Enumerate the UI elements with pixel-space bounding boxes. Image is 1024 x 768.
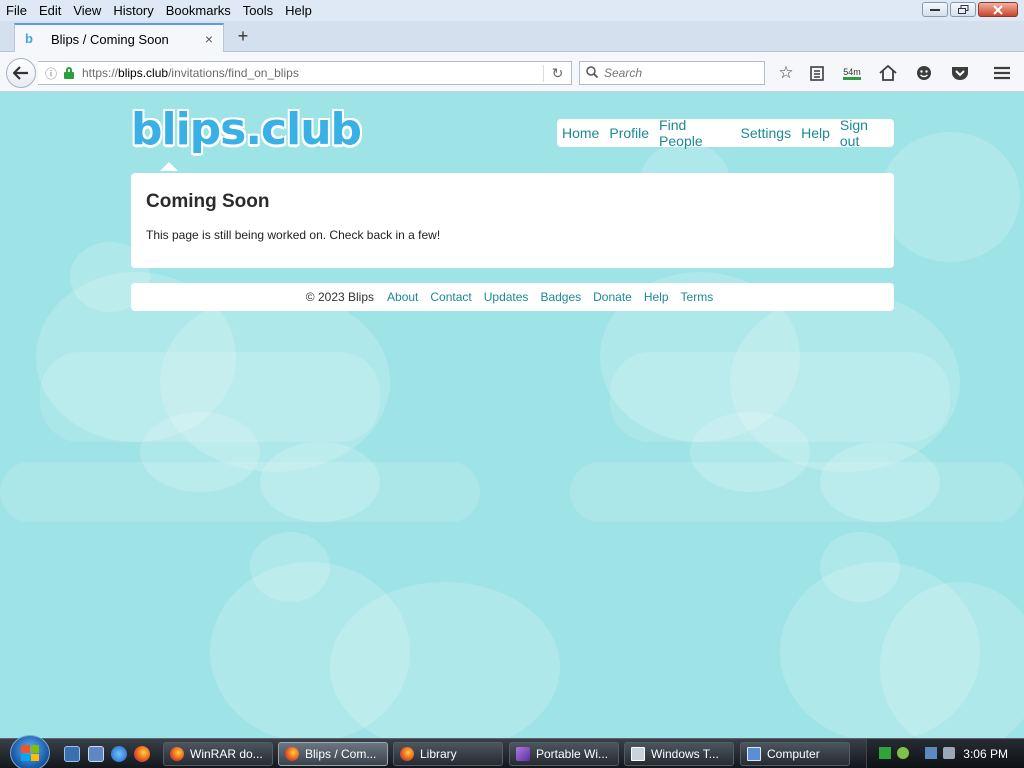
footer-updates-link[interactable]: Updates <box>478 290 535 304</box>
terminal-icon <box>631 747 645 761</box>
internet-explorer-icon[interactable] <box>111 746 127 762</box>
pocket-icon[interactable] <box>948 62 972 84</box>
nav-find-people-link[interactable]: Find People <box>654 117 735 149</box>
page-message: This page is still being worked on. Chec… <box>146 228 441 242</box>
taskbar-winrar-button[interactable]: WinRAR do... <box>163 742 273 766</box>
window-controls <box>922 2 1018 17</box>
content-card: Coming Soon This page is still being wor… <box>131 173 894 268</box>
logo-pointer <box>160 162 178 171</box>
taskbar-windows-task-button[interactable]: Windows T... <box>624 742 734 766</box>
menu-hamburger-icon[interactable] <box>990 62 1014 84</box>
menu-bar: File Edit View History Bookmarks Tools H… <box>0 0 1024 21</box>
tab-close-icon[interactable]: × <box>205 31 213 47</box>
navigation-toolbar: ⓘ https://blips.club/invitations/find_on… <box>0 52 1024 92</box>
menu-bookmarks[interactable]: Bookmarks <box>160 0 237 21</box>
menu-history[interactable]: History <box>107 0 159 21</box>
taskbar-clock[interactable]: 3:06 PM <box>963 747 1008 761</box>
tab-strip: b Blips / Coming Soon × + <box>0 21 1024 53</box>
logo-text: blips.club <box>131 104 362 155</box>
portable-icon <box>516 747 530 761</box>
bookmark-star-icon[interactable]: ☆ <box>774 62 798 84</box>
taskbar-library-button[interactable]: Library <box>393 742 503 766</box>
menu-help[interactable]: Help <box>279 0 318 21</box>
page-title: Coming Soon <box>146 191 270 212</box>
network-icon[interactable] <box>925 747 937 759</box>
tray-check-icon[interactable] <box>897 747 909 759</box>
system-tray: 3:06 PM <box>866 739 1024 768</box>
tab-title: Blips / Coming Soon <box>51 31 169 47</box>
page-content: blips.club Home Profile Find People Sett… <box>0 92 1024 738</box>
menu-file[interactable]: File <box>0 0 33 21</box>
search-bar[interactable] <box>579 61 765 85</box>
windows-logo-icon <box>21 745 39 761</box>
firefox-icon <box>400 747 414 761</box>
site-footer: © 2023 Blips About Contact Updates Badge… <box>131 283 894 311</box>
home-icon[interactable] <box>876 62 900 84</box>
taskbar-computer-button[interactable]: Computer <box>740 742 850 766</box>
bookmarks-list-icon[interactable] <box>805 62 829 84</box>
site-nav: Home Profile Find People Settings Help S… <box>557 117 894 149</box>
url-text[interactable]: https://blips.club/invitations/find_on_b… <box>82 66 543 80</box>
taskbar-blips-button[interactable]: Blips / Com... <box>278 742 388 766</box>
nav-sign-out-link[interactable]: Sign out <box>835 117 894 149</box>
back-button[interactable] <box>6 58 36 88</box>
site-info-icon[interactable]: ⓘ <box>42 65 60 82</box>
url-bar[interactable]: ⓘ https://blips.club/invitations/find_on… <box>38 61 572 85</box>
firefox-icon <box>285 747 299 761</box>
nav-settings-link[interactable]: Settings <box>735 125 796 141</box>
minimize-icon[interactable] <box>922 2 948 17</box>
tray-status-icon[interactable] <box>879 747 891 759</box>
reload-icon[interactable]: ↻ <box>543 64 571 82</box>
taskbar-portable-button[interactable]: Portable Wi... <box>509 742 619 766</box>
firefox-quicklaunch-icon[interactable] <box>134 746 150 762</box>
footer-help-link[interactable]: Help <box>638 290 675 304</box>
nav-home-link[interactable]: Home <box>557 125 604 141</box>
blips-favicon-icon: b <box>25 31 33 46</box>
close-icon[interactable] <box>978 2 1018 17</box>
restore-icon[interactable] <box>950 2 976 17</box>
menu-edit[interactable]: Edit <box>33 0 67 21</box>
footer-terms-link[interactable]: Terms <box>675 290 720 304</box>
search-input[interactable] <box>604 66 754 80</box>
footer-about-link[interactable]: About <box>381 290 424 304</box>
tab-blips[interactable]: b Blips / Coming Soon × <box>14 23 224 53</box>
timer-icon[interactable]: 54m <box>840 62 864 84</box>
lock-icon <box>62 67 76 79</box>
firefox-icon <box>170 747 184 761</box>
volume-icon[interactable] <box>943 747 955 759</box>
back-arrow-icon <box>13 66 28 80</box>
footer-donate-link[interactable]: Donate <box>587 290 638 304</box>
site-logo[interactable]: blips.club <box>131 104 362 156</box>
hello-icon[interactable] <box>912 62 936 84</box>
switch-windows-icon[interactable] <box>88 746 104 762</box>
footer-badges-link[interactable]: Badges <box>534 290 587 304</box>
footer-contact-link[interactable]: Contact <box>424 290 477 304</box>
menu-view[interactable]: View <box>67 0 107 21</box>
search-icon <box>586 65 599 81</box>
taskbar: WinRAR do... Blips / Com... Library Port… <box>0 735 1024 768</box>
nav-help-link[interactable]: Help <box>796 125 835 141</box>
show-desktop-icon[interactable] <box>64 746 80 762</box>
new-tab-button[interactable]: + <box>234 26 252 47</box>
start-button[interactable] <box>10 735 50 768</box>
copyright-text: © 2023 Blips <box>305 290 375 304</box>
nav-profile-link[interactable]: Profile <box>604 125 654 141</box>
menu-tools[interactable]: Tools <box>237 0 279 21</box>
computer-icon <box>747 747 761 761</box>
